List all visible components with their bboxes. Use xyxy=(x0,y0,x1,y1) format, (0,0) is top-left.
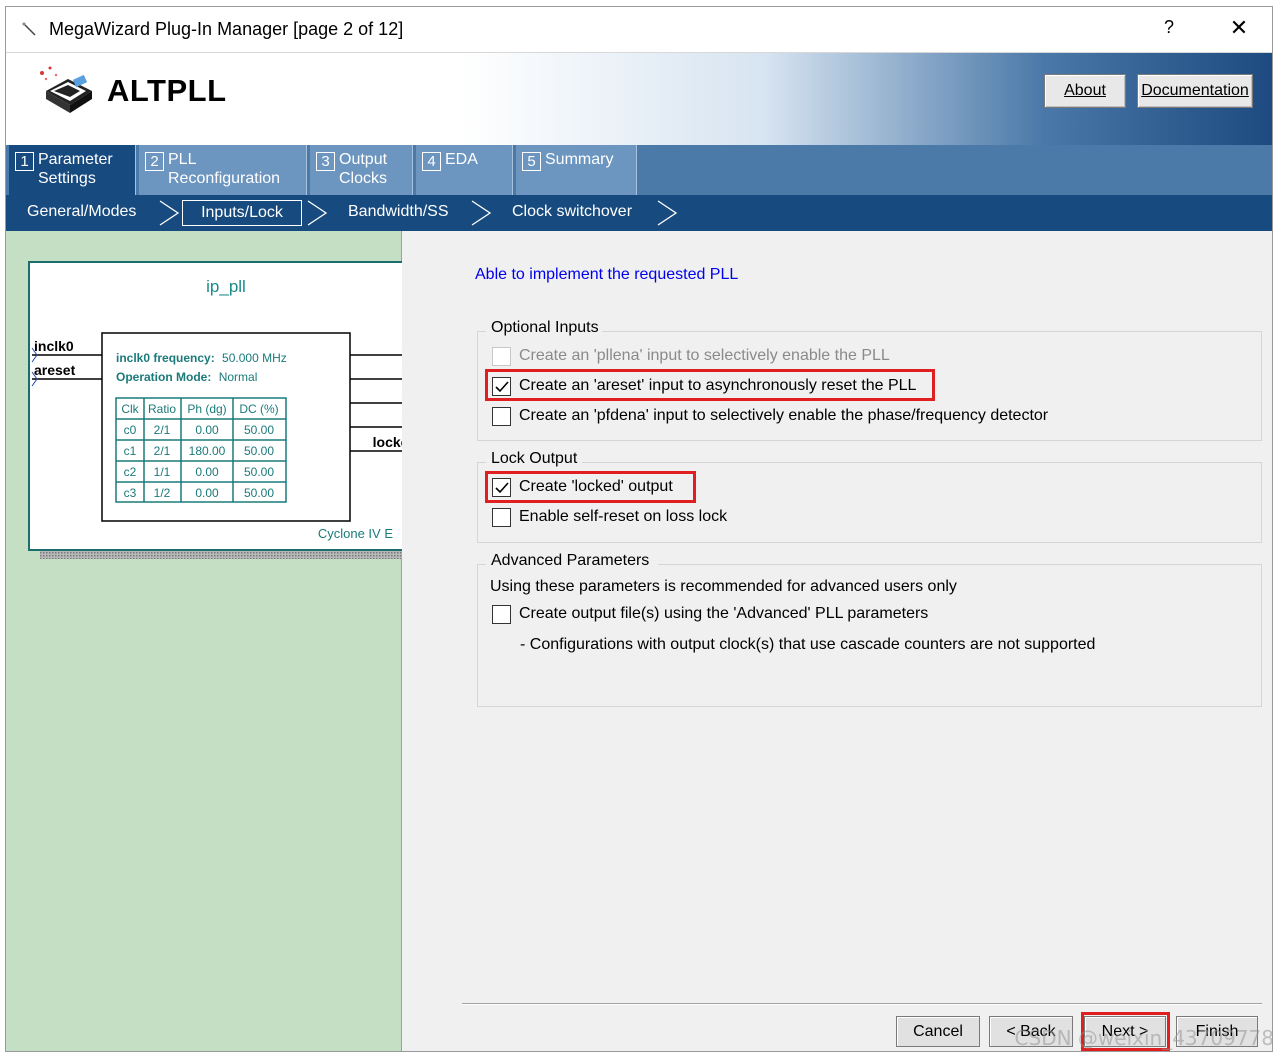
separator xyxy=(462,1003,1262,1005)
table-cell: c2 xyxy=(124,465,137,479)
table-cell: 2/1 xyxy=(154,423,171,437)
pfdena-option[interactable]: Create an 'pfdena' input to selectively … xyxy=(492,404,1048,428)
self-reset-option[interactable]: Enable self-reset on loss lock xyxy=(492,505,727,529)
table-cell: 50.00 xyxy=(244,423,274,437)
freq-label: inclk0 frequency: xyxy=(116,351,215,365)
subtab-inputs-lock[interactable]: Inputs/Lock xyxy=(182,200,302,226)
tab-parameter-settings[interactable]: 1 Parameter Settings xyxy=(9,145,136,195)
table-cell: 180.00 xyxy=(189,444,226,458)
advanced-note: Using these parameters is recommended fo… xyxy=(490,578,957,595)
device-family: Cyclone IV E xyxy=(318,526,393,541)
table-cell: 0.00 xyxy=(195,465,219,479)
advanced-parameters-group: Advanced Parameters Using these paramete… xyxy=(477,552,1262,707)
wizard-wand-icon xyxy=(22,22,36,36)
tab-output-clocks[interactable]: 3 Output Clocks xyxy=(310,145,413,195)
mode-label: Operation Mode: xyxy=(116,370,211,384)
wizard-window: MegaWizard Plug-In Manager [page 2 of 12… xyxy=(5,6,1273,1052)
svg-text:Operation Mode: Normal: Operation Mode: Normal xyxy=(116,370,257,384)
advanced-option[interactable]: Create output file(s) using the 'Advance… xyxy=(492,602,928,626)
option-label: Create output file(s) using the 'Advance… xyxy=(519,605,929,622)
chevron-right-icon xyxy=(159,200,180,226)
pllena-checkbox[interactable] xyxy=(492,346,511,366)
step-label: Output xyxy=(339,151,388,168)
settings-panel: Able to implement the requested PLL Opti… xyxy=(402,231,1272,1051)
sub-tabs: General/Modes Inputs/Lock Bandwidth/SS C… xyxy=(6,195,1272,231)
table-cell: 1/1 xyxy=(154,465,171,479)
port-areset: areset xyxy=(34,362,76,378)
step-label: PLL xyxy=(168,151,197,168)
step-number: 3 xyxy=(316,152,335,171)
group-title: Advanced Parameters xyxy=(488,552,653,570)
advanced-checkbox[interactable] xyxy=(492,604,511,624)
mode-value: Normal xyxy=(219,370,258,384)
table-cell: 2/1 xyxy=(154,444,171,458)
subtab-bandwidth-ss[interactable]: Bandwidth/SS xyxy=(340,200,457,226)
option-label: Enable self-reset on loss lock xyxy=(519,508,728,525)
table-cell: c0 xyxy=(124,423,137,437)
highlight-box xyxy=(485,369,935,401)
megafunction-chip-icon xyxy=(40,66,92,113)
group-title: Lock Output xyxy=(488,450,581,468)
table-cell: 1/2 xyxy=(154,486,171,500)
step-number: 2 xyxy=(145,152,164,171)
documentation-button[interactable]: Documentation xyxy=(1137,74,1253,108)
cascade-note: - Configurations with output clock(s) th… xyxy=(520,636,1096,653)
highlight-box xyxy=(485,471,696,503)
help-button[interactable]: ? xyxy=(1154,17,1184,43)
tab-eda[interactable]: 4 EDA xyxy=(416,145,513,195)
status-message: Able to implement the requested PLL xyxy=(475,266,739,283)
header-banner: ALTPLL About Documentation xyxy=(6,53,1272,145)
watermark: CSDN @weixin_43709778 xyxy=(1014,1026,1274,1050)
chevron-right-icon xyxy=(471,200,492,226)
cancel-button[interactable]: Cancel xyxy=(896,1016,980,1047)
tab-pll-reconfiguration[interactable]: 2 PLL Reconfiguration xyxy=(139,145,307,195)
window-title: MegaWizard Plug-In Manager [page 2 of 12… xyxy=(49,19,404,39)
step-number: 1 xyxy=(15,152,34,171)
step-label: Clocks xyxy=(339,170,388,187)
step-label: EDA xyxy=(445,151,478,168)
step-number: 5 xyxy=(522,152,541,171)
subtab-general-modes[interactable]: General/Modes xyxy=(19,200,144,226)
freq-value: 50.000 MHz xyxy=(222,351,287,365)
step-label: Reconfiguration xyxy=(168,170,281,187)
megafunction-title: ALTPLL xyxy=(107,73,227,108)
self-reset-checkbox[interactable] xyxy=(492,507,511,527)
pfdena-checkbox[interactable] xyxy=(492,406,511,426)
close-button[interactable]: ✕ xyxy=(1222,15,1256,45)
table-cell: 0.00 xyxy=(195,423,219,437)
table-cell: c3 xyxy=(124,486,137,500)
tab-summary[interactable]: 5 Summary xyxy=(516,145,637,195)
table-cell: c1 xyxy=(124,444,137,458)
table-cell: 50.00 xyxy=(244,465,274,479)
schematic-panel: ip_pll inclk0 areset c0 c1 c2 c3 locked xyxy=(6,231,436,1051)
chevron-right-icon xyxy=(307,200,328,226)
step-label: Parameter xyxy=(38,151,113,168)
table-header: Clk xyxy=(121,402,139,416)
port-inclk0: inclk0 xyxy=(34,338,74,354)
step-label: Settings xyxy=(38,170,96,187)
module-name: ip_pll xyxy=(206,277,246,296)
title-bar: MegaWizard Plug-In Manager [page 2 of 12… xyxy=(6,7,1272,53)
table-cell: 50.00 xyxy=(244,486,274,500)
svg-text:inclk0 frequency: 50.0: inclk0 frequency: 50.000 MHz xyxy=(116,351,287,365)
table-header: DC (%) xyxy=(239,402,278,416)
step-tabs: 1 Parameter Settings 2 PLL Reconfiguration… xyxy=(6,145,1272,195)
pll-block-diagram: ip_pll inclk0 areset c0 c1 c2 c3 locked xyxy=(28,261,436,559)
chevron-right-icon xyxy=(657,200,678,226)
about-button[interactable]: About xyxy=(1044,74,1126,108)
step-label: Summary xyxy=(545,151,614,168)
subtab-clock-switchover[interactable]: Clock switchover xyxy=(504,200,640,226)
table-cell: 0.00 xyxy=(195,486,219,500)
option-label: Create an 'pfdena' input to selectively … xyxy=(519,407,1049,424)
group-title: Optional Inputs xyxy=(488,319,602,337)
table-header: Ph (dg) xyxy=(187,402,226,416)
option-label: Create an 'pllena' input to selectively … xyxy=(519,347,890,364)
step-number: 4 xyxy=(422,152,441,171)
pllena-option[interactable]: Create an 'pllena' input to selectively … xyxy=(492,344,890,368)
table-header: Ratio xyxy=(148,402,176,416)
table-cell: 50.00 xyxy=(244,444,274,458)
